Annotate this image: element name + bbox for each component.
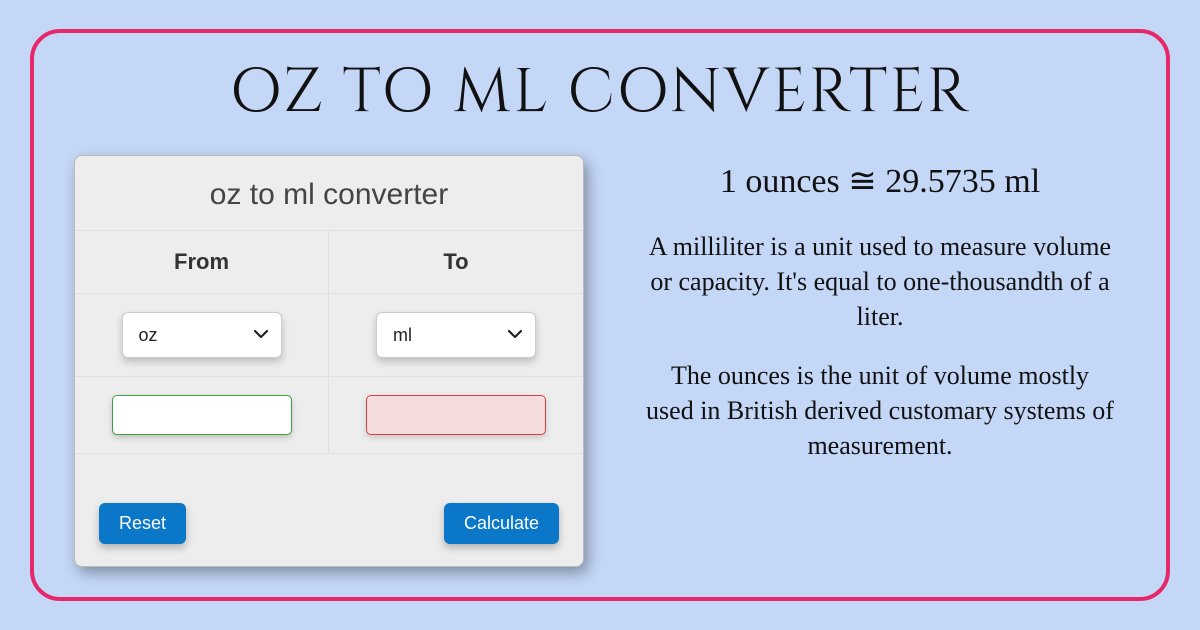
oz-description: The ounces is the unit of volume mostly …: [645, 358, 1115, 463]
to-value-input[interactable]: [366, 395, 546, 435]
calculate-button[interactable]: Calculate: [444, 503, 559, 544]
to-input-cell: [329, 377, 583, 454]
reset-button[interactable]: Reset: [99, 503, 186, 544]
button-row: Reset Calculate: [75, 483, 583, 566]
conversion-equation: 1 ounces ≅ 29.5735 ml: [720, 161, 1040, 201]
from-unit-select[interactable]: oz: [122, 312, 282, 358]
from-select-cell: oz: [75, 294, 329, 377]
from-header-cell: From: [75, 231, 329, 294]
page-title: OZ TO ML CONVERTER: [74, 51, 1126, 135]
from-input-cell: [75, 377, 329, 454]
card-title: oz to ml converter: [75, 156, 583, 230]
info-column: 1 ounces ≅ 29.5735 ml A milliliter is a …: [634, 155, 1126, 567]
converter-card: oz to ml converter From To oz: [74, 155, 584, 567]
from-label: From: [174, 249, 229, 275]
to-select-cell: ml: [329, 294, 583, 377]
main-frame: OZ TO ML CONVERTER oz to ml converter Fr…: [30, 29, 1170, 601]
content-row: oz to ml converter From To oz: [74, 155, 1126, 567]
from-value-input[interactable]: [112, 395, 292, 435]
to-unit-select[interactable]: ml: [376, 312, 536, 358]
to-header-cell: To: [329, 231, 583, 294]
converter-grid: From To oz: [75, 230, 583, 454]
ml-description: A milliliter is a unit used to measure v…: [645, 229, 1115, 334]
from-select-wrap: oz: [122, 312, 282, 358]
to-select-wrap: ml: [376, 312, 536, 358]
to-label: To: [443, 249, 468, 275]
